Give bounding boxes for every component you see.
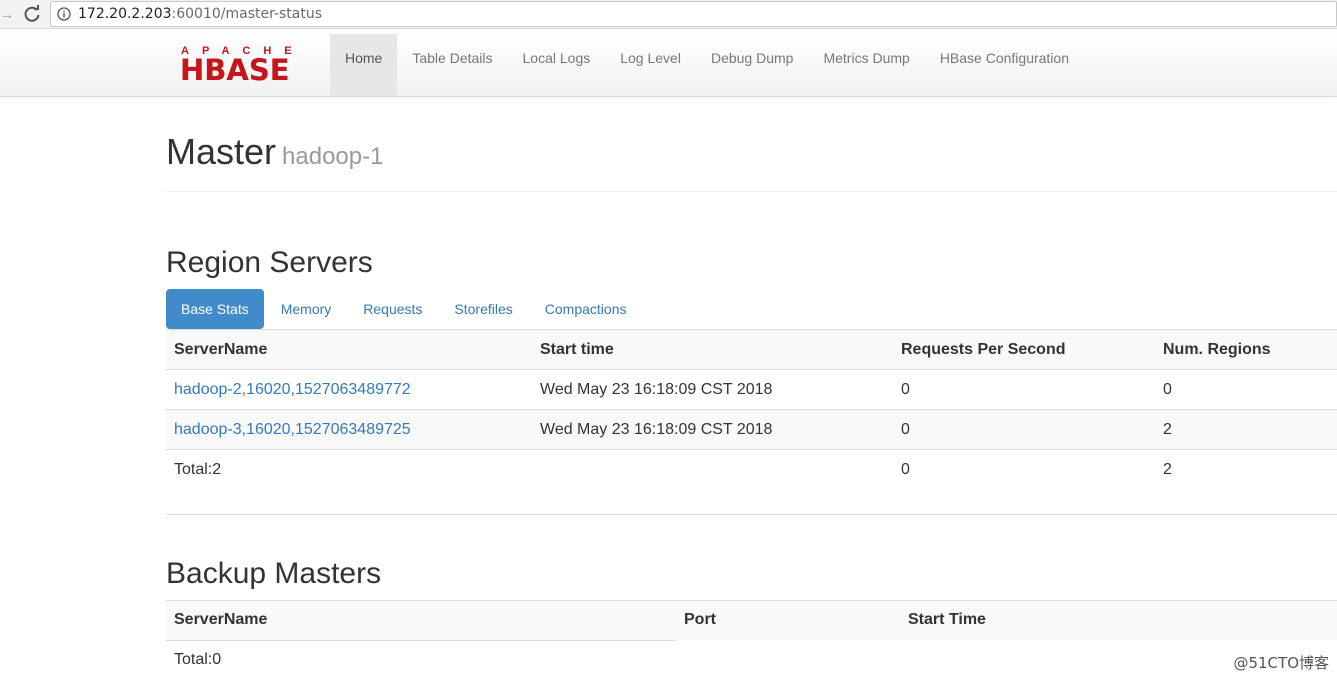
nav-hbase-configuration[interactable]: HBase Configuration [925, 34, 1084, 96]
nav-local-logs[interactable]: Local Logs [508, 34, 606, 96]
table-row: hadoop-2,16020,1527063489772 Wed May 23 … [166, 369, 1337, 410]
tab-memory[interactable]: Memory [266, 289, 347, 329]
page-subtitle: hadoop-1 [282, 143, 384, 170]
column-header: Port [676, 600, 900, 640]
table-header-row: ServerName Start time Requests Per Secon… [166, 329, 1337, 370]
column-header: Start Time [900, 600, 1337, 640]
backup-masters-header-row: ServerName Port Start Time [166, 600, 1337, 640]
nav-table-details[interactable]: Table Details [397, 34, 507, 96]
region-servers-tabs: Base Stats Memory Requests Storefiles Co… [166, 289, 643, 329]
regions-cell: 0 [1163, 380, 1172, 398]
top-navbar: APACHE HBASE Home Table Details Local Lo… [0, 34, 1337, 97]
table-top-border [166, 600, 1337, 601]
section-divider [166, 514, 1337, 515]
tab-storefiles[interactable]: Storefiles [439, 289, 527, 329]
table-row: hadoop-3,16020,1527063489725 Wed May 23 … [166, 409, 1337, 450]
column-header: ServerName [166, 600, 676, 640]
url-field[interactable]: 172.20.2.203:60010/master-status [50, 1, 1337, 27]
nav-metrics-dump[interactable]: Metrics Dump [808, 34, 924, 96]
server-link[interactable]: hadoop-3,16020,1527063489725 [174, 421, 411, 438]
page-title: Master hadoop-1 [166, 132, 383, 177]
tab-base-stats[interactable]: Base Stats [166, 289, 264, 329]
back-arrow-icon[interactable]: → [0, 5, 14, 23]
hbase-logo[interactable]: APACHE HBASE [180, 46, 320, 87]
column-header: Num. Regions [1163, 340, 1271, 358]
start-time-cell: Wed May 23 16:18:09 CST 2018 [540, 380, 773, 398]
region-servers-title: Region Servers [166, 246, 373, 279]
column-header: Requests Per Second [901, 340, 1066, 358]
start-time-cell: Wed May 23 16:18:09 CST 2018 [540, 420, 773, 438]
total-empty-cell [532, 450, 893, 490]
url-path: :60010/master-status [171, 6, 323, 22]
column-header: ServerName [174, 340, 268, 358]
backup-masters-total: Total:0 [166, 640, 676, 677]
nav-links: Home Table Details Local Logs Log Level … [330, 34, 1084, 96]
browser-address-bar: → 172.20.2.203:60010/master-status [0, 0, 1337, 29]
page-title-text: Master [166, 131, 277, 172]
server-name-cell: hadoop-3,16020,1527063489725 [166, 410, 532, 450]
column-header: Start time [540, 340, 614, 358]
requests-cell: 0 [901, 380, 910, 398]
tab-requests[interactable]: Requests [348, 289, 437, 329]
info-icon[interactable] [57, 7, 71, 21]
total-requests-cell: 0 [901, 460, 910, 478]
page-header: Master hadoop-1 [166, 126, 1337, 192]
logo-hbase-text: HBASE [180, 53, 290, 87]
url-host: 172.20.2.203 [78, 6, 172, 22]
watermark: @51CTO博客 [1233, 654, 1329, 672]
reload-icon[interactable] [22, 4, 42, 24]
total-label-cell: Total:2 [174, 460, 222, 478]
requests-cell: 0 [901, 420, 910, 438]
table-total-row: Total:2 0 2 [166, 449, 1337, 490]
server-link[interactable]: hadoop-2,16020,1527063489772 [174, 381, 411, 398]
nav-home[interactable]: Home [330, 34, 398, 96]
nav-debug-dump[interactable]: Debug Dump [696, 34, 809, 96]
regions-cell: 2 [1163, 420, 1172, 438]
region-servers-table: ServerName Start time Requests Per Secon… [166, 329, 1337, 489]
tab-compactions[interactable]: Compactions [530, 289, 642, 329]
total-regions-cell: 2 [1163, 460, 1172, 478]
nav-log-level[interactable]: Log Level [605, 34, 696, 96]
server-name-cell: hadoop-2,16020,1527063489772 [166, 370, 532, 410]
backup-masters-title: Backup Masters [166, 557, 382, 590]
url-text: 172.20.2.203:60010/master-status [78, 6, 322, 22]
